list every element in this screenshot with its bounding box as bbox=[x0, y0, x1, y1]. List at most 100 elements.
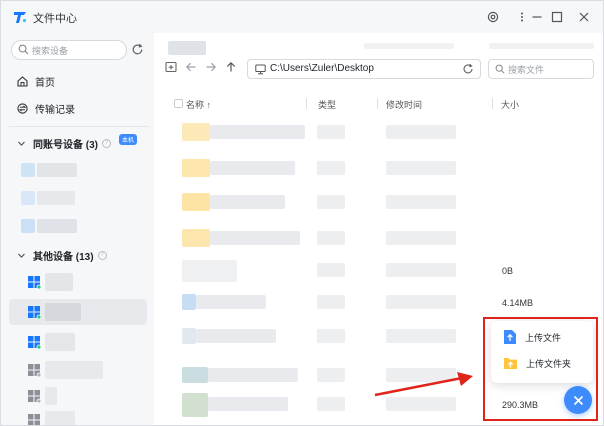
file-row[interactable] bbox=[154, 121, 603, 145]
device-row[interactable] bbox=[9, 383, 147, 409]
file-center-window: 文件中心 搜索设备 首页 传输记录 同账号设备 (3) ? 其他设备 (13) … bbox=[0, 0, 604, 426]
select-all-checkbox[interactable] bbox=[174, 99, 183, 108]
device-name-blurred bbox=[45, 303, 81, 321]
help-icon[interactable]: ? bbox=[97, 250, 107, 260]
device-row[interactable] bbox=[9, 185, 147, 211]
self-device-badge: 本机 bbox=[119, 134, 138, 145]
more-icon bbox=[521, 12, 523, 22]
file-name-blurred bbox=[196, 295, 266, 309]
offline-windows-device-icon bbox=[28, 390, 41, 403]
device-row-selected[interactable] bbox=[9, 299, 147, 325]
column-separator[interactable] bbox=[377, 98, 378, 109]
folder-icon-blurred bbox=[182, 159, 210, 177]
refresh-icon[interactable] bbox=[462, 63, 474, 75]
window-title: 文件中心 bbox=[33, 13, 77, 25]
device-row[interactable] bbox=[9, 329, 147, 355]
back-button[interactable] bbox=[184, 60, 198, 74]
device-row[interactable] bbox=[9, 269, 147, 295]
column-separator[interactable] bbox=[306, 98, 307, 109]
transfer-icon bbox=[17, 102, 28, 114]
offline-windows-device-icon bbox=[28, 414, 40, 425]
search-icon bbox=[18, 44, 29, 55]
help-icon[interactable]: ? bbox=[102, 138, 111, 148]
minimize-icon bbox=[532, 16, 542, 18]
nav-home[interactable]: 首页 bbox=[17, 73, 55, 89]
path-toolbar: C:\Users\Zuler\Desktop bbox=[154, 55, 603, 81]
minimize-button[interactable] bbox=[528, 8, 546, 26]
device-search-box[interactable] bbox=[11, 40, 127, 60]
device-row[interactable] bbox=[9, 213, 147, 239]
device-name-blurred bbox=[37, 191, 75, 205]
nav-home-label: 首页 bbox=[35, 77, 55, 89]
column-modified[interactable]: 修改时间 bbox=[386, 98, 422, 111]
path-bar[interactable]: C:\Users\Zuler\Desktop bbox=[247, 59, 481, 79]
file-search-box[interactable] bbox=[488, 59, 594, 79]
file-size: 4.14MB bbox=[502, 298, 534, 308]
nav-transfer-records[interactable]: 传输记录 bbox=[17, 100, 75, 116]
file-type-blurred bbox=[317, 263, 345, 277]
close-icon bbox=[579, 12, 589, 22]
sort-indicator: ↑ bbox=[206, 100, 212, 110]
windows-device-icon bbox=[28, 276, 41, 289]
file-name-blurred bbox=[208, 368, 298, 382]
up-button[interactable] bbox=[224, 60, 238, 74]
add-folder-button[interactable] bbox=[164, 60, 178, 74]
file-icon-blurred bbox=[182, 294, 196, 310]
new-folder-icon bbox=[165, 61, 177, 73]
file-type-blurred bbox=[317, 231, 345, 245]
annotation-arrow-icon bbox=[374, 372, 473, 397]
file-row[interactable] bbox=[154, 191, 603, 215]
device-name-blurred bbox=[45, 333, 75, 351]
column-size[interactable]: 大小 bbox=[501, 98, 519, 111]
settings-button[interactable] bbox=[484, 8, 502, 26]
device-name-blurred bbox=[45, 273, 73, 291]
file-name-blurred bbox=[196, 329, 276, 343]
file-row[interactable]: 0B bbox=[154, 258, 603, 284]
windows-device-icon bbox=[28, 336, 41, 349]
device-row[interactable] bbox=[9, 357, 147, 383]
windows-device-icon bbox=[28, 306, 41, 319]
close-upload-menu-button[interactable] bbox=[564, 386, 592, 414]
folder-icon-blurred bbox=[182, 229, 210, 247]
file-name-blurred bbox=[182, 260, 237, 282]
file-type-blurred bbox=[317, 195, 345, 209]
device-icon-blurred bbox=[21, 219, 35, 233]
column-name-label: 名称 bbox=[186, 100, 205, 110]
file-search-input[interactable] bbox=[508, 63, 590, 76]
file-time-blurred bbox=[386, 329, 456, 343]
device-icon-blurred bbox=[21, 191, 35, 205]
file-icon-blurred bbox=[182, 367, 208, 383]
group-other-devices[interactable]: 其他设备 (13) ? bbox=[17, 247, 107, 263]
forward-button[interactable] bbox=[204, 60, 218, 74]
column-type[interactable]: 类型 bbox=[318, 98, 336, 111]
file-row[interactable] bbox=[154, 325, 484, 349]
column-name[interactable]: 名称 ↑ bbox=[186, 98, 211, 111]
file-type-blurred bbox=[317, 295, 345, 309]
refresh-devices-icon[interactable] bbox=[131, 43, 144, 56]
file-row[interactable] bbox=[154, 227, 603, 251]
file-name-blurred bbox=[208, 397, 288, 411]
chevron-down-icon bbox=[18, 253, 25, 258]
home-icon bbox=[17, 75, 28, 87]
group-other-label: 其他设备 (13) bbox=[33, 251, 94, 263]
close-window-button[interactable] bbox=[575, 8, 593, 26]
device-search-input[interactable] bbox=[32, 43, 122, 58]
file-row[interactable]: 4.14MB bbox=[154, 291, 603, 315]
computer-icon bbox=[255, 64, 266, 75]
file-size: 0B bbox=[502, 266, 514, 276]
maximize-button[interactable] bbox=[548, 8, 566, 26]
current-path[interactable]: C:\Users\Zuler\Desktop bbox=[270, 63, 374, 74]
column-separator[interactable] bbox=[492, 98, 493, 109]
file-time-blurred bbox=[386, 231, 456, 245]
device-name-blurred bbox=[37, 163, 77, 177]
file-row[interactable] bbox=[154, 157, 603, 181]
file-type-blurred bbox=[317, 161, 345, 175]
folder-icon-blurred bbox=[182, 123, 210, 141]
arrow-right-icon bbox=[206, 62, 217, 72]
device-name-blurred bbox=[45, 387, 57, 405]
file-time-blurred bbox=[386, 195, 456, 209]
device-row[interactable] bbox=[9, 407, 147, 425]
maximize-icon bbox=[551, 11, 563, 23]
device-row[interactable] bbox=[9, 157, 147, 183]
group-same-account[interactable]: 同账号设备 (3) ? bbox=[17, 135, 111, 151]
